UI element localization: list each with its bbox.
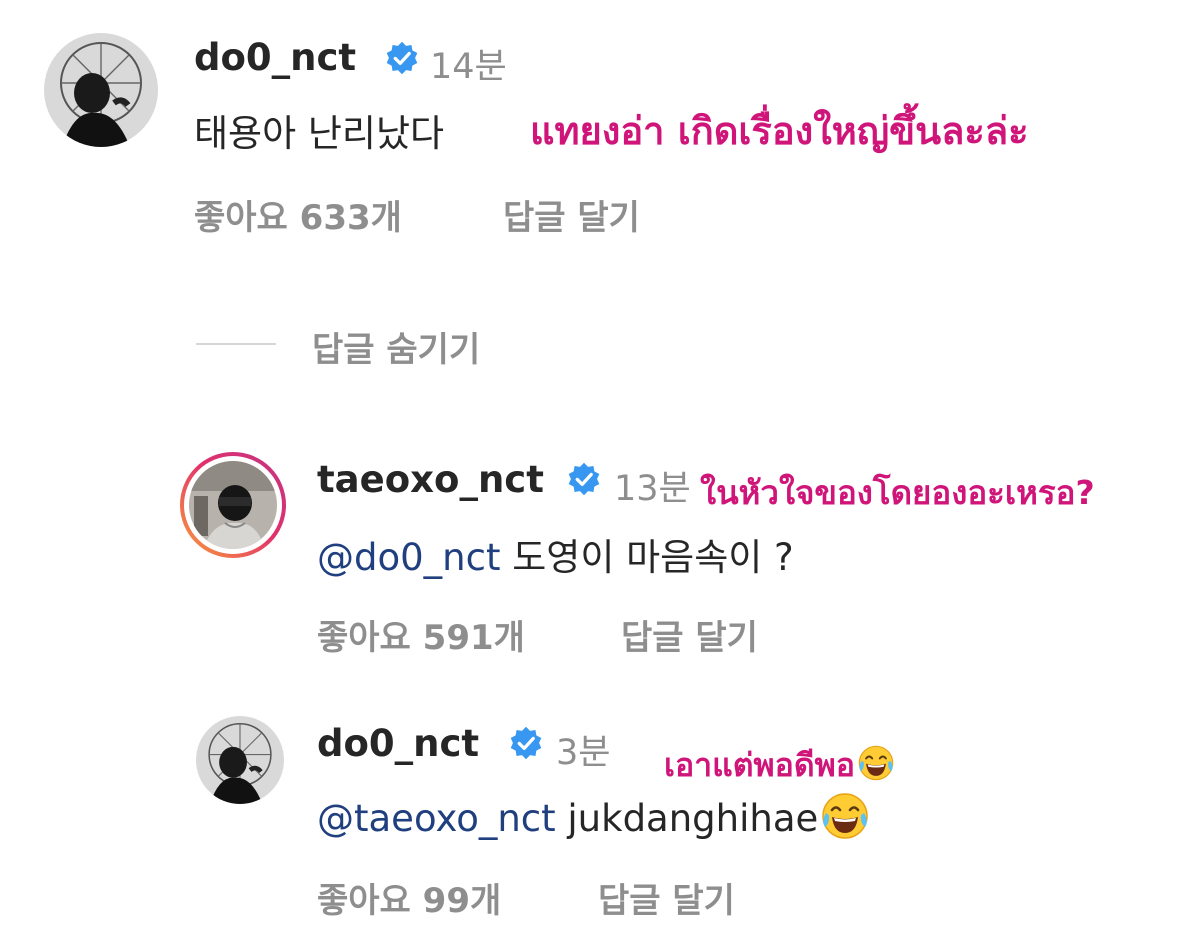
comment-translation-annotation: แทยงอ่า เกิดเรื่องใหญ่ขึ้นละล่ะ [530, 109, 1029, 153]
reply-1-likes[interactable]: 좋아요 591개 [317, 610, 525, 659]
reply-2-message: jukdanghihae [567, 797, 819, 840]
avatar-taeoxo-nct-story-ring[interactable] [180, 452, 286, 558]
reply-2-likes[interactable]: 좋아요 99개 [317, 873, 501, 922]
comment-time: 14분 [430, 47, 507, 87]
laughing-emoji-icon [820, 791, 870, 850]
reply-1-translation-annotation: ในหัวใจของโดยองอะเหรอ? [700, 473, 1095, 512]
laughing-emoji-icon [857, 744, 895, 790]
avatar-taeoxo-nct [189, 461, 277, 549]
reply-1-message: 도영이 마음속이 ? [512, 536, 794, 579]
comment-reply-button[interactable]: 답글 달기 [503, 190, 640, 239]
comment-text: 태용아 난리났다 [194, 112, 445, 155]
reply-2-time: 3분 [556, 733, 611, 773]
reply-2-translation-annotation: เอาแต่พอดีพอ [664, 740, 895, 791]
reply-1-username[interactable]: taeoxo_nct [317, 458, 544, 501]
verified-badge-icon [566, 461, 602, 497]
reply-1-time: 13분 [614, 469, 691, 509]
hide-replies-button[interactable]: 답글 숨기기 [312, 322, 480, 371]
comment-likes[interactable]: 좋아요 633개 [194, 190, 402, 239]
reply-1-text: @do0_nct 도영이 마음속이 ? [317, 527, 794, 581]
reply-2-translation-text: เอาแต่พอดีพอ [664, 746, 855, 784]
avatar-do0-nct[interactable] [44, 33, 158, 147]
comment-username[interactable]: do0_nct [194, 36, 356, 79]
verified-badge-icon [508, 725, 544, 761]
avatar-do0-nct-reply[interactable] [196, 716, 284, 804]
reply-2-mention[interactable]: @taeoxo_nct [317, 797, 556, 840]
reply-2-username[interactable]: do0_nct [317, 722, 479, 765]
verified-badge-icon [384, 40, 420, 76]
reply-1-reply-button[interactable]: 답글 달기 [621, 610, 758, 659]
reply-2-reply-button[interactable]: 답글 달기 [598, 873, 735, 922]
reply-1-mention[interactable]: @do0_nct [317, 536, 500, 579]
reply-2-text: @taeoxo_nct jukdanghihae [317, 791, 870, 850]
replies-divider-line [196, 343, 276, 345]
